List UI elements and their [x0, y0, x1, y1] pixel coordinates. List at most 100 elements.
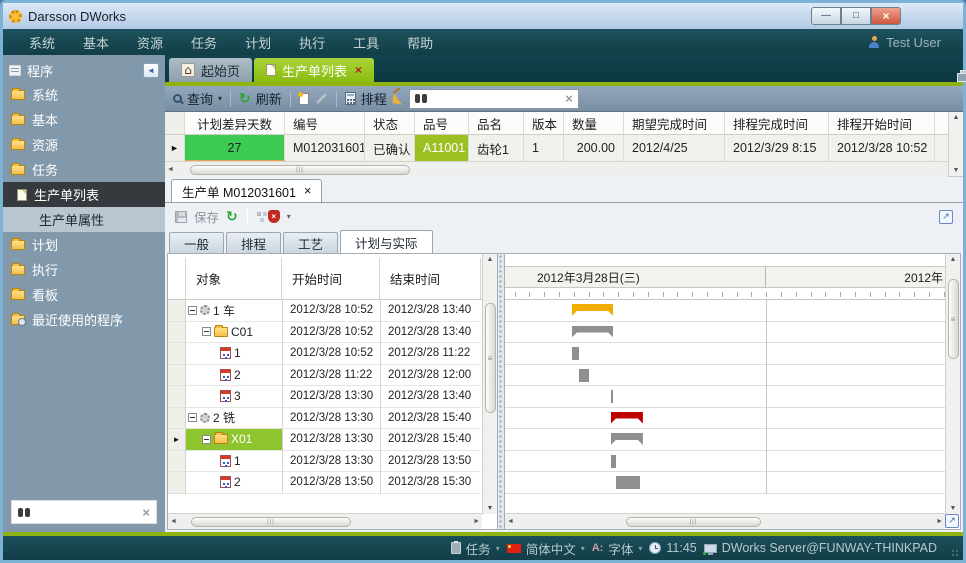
status-font-menu[interactable]: A: 字体 ▾	[592, 539, 643, 558]
detail-tab[interactable]: 生产单 M012031601 ×	[171, 179, 322, 202]
sidebar-item[interactable]: 执行	[3, 257, 165, 282]
object-cell[interactable]: 3	[186, 386, 282, 408]
table-row[interactable]: 12012/3/28 13:302012/3/28 13:50	[168, 451, 482, 473]
scroll-thumb[interactable]: |||	[190, 165, 410, 175]
sidebar-item[interactable]: 基本	[3, 107, 165, 132]
cell[interactable]: 2012/3/28 10:52	[829, 135, 935, 161]
table-vscrollbar[interactable]: ▲ ≡ ▼	[482, 254, 497, 514]
sidebar-item[interactable]: 生产单属性	[3, 207, 165, 232]
end-time-cell[interactable]: 2012/3/28 15:40	[380, 408, 481, 430]
menu-item-帮助[interactable]: 帮助	[393, 33, 447, 52]
menu-item-任务[interactable]: 任务	[177, 33, 231, 52]
scroll-down-icon[interactable]: ▼	[953, 167, 960, 174]
broom-icon[interactable]	[392, 93, 404, 105]
table-row[interactable]: 12012/3/28 10:522012/3/28 11:22	[168, 343, 482, 365]
orders-grid-vscrollbar[interactable]: ▲ ▼	[948, 112, 963, 176]
start-time-cell[interactable]: 2012/3/28 11:22	[282, 365, 380, 387]
gantt-row[interactable]	[505, 451, 945, 473]
sidebar-item[interactable]: 任务	[3, 157, 165, 182]
object-cell[interactable]: 1 车	[186, 300, 282, 322]
gantt-bar-task[interactable]	[572, 347, 579, 360]
menu-item-执行[interactable]: 执行	[285, 33, 339, 52]
menu-item-系统[interactable]: 系统	[15, 33, 69, 52]
gantt-bar-task[interactable]	[616, 476, 641, 489]
resize-grip[interactable]	[951, 549, 959, 557]
network-icon[interactable]	[257, 212, 261, 216]
gantt-bar-task[interactable]	[579, 369, 588, 382]
gantt-row[interactable]	[505, 386, 945, 408]
user-area[interactable]: Test User	[868, 35, 951, 50]
menu-item-工具[interactable]: 工具	[339, 33, 393, 52]
scroll-down-icon[interactable]: ▼	[950, 505, 957, 512]
tab-工艺[interactable]: 工艺	[283, 232, 338, 253]
end-time-cell[interactable]: 2012/3/28 12:00	[380, 365, 481, 387]
end-time-cell[interactable]: 2012/3/28 13:40	[380, 300, 481, 322]
sidebar-item[interactable]: 看板	[3, 282, 165, 307]
start-time-cell[interactable]: 2012/3/28 13:30	[282, 429, 380, 451]
scroll-left-icon[interactable]: ◄	[507, 518, 514, 525]
query-button[interactable]: 查询 ▾	[173, 89, 222, 108]
tree-expander-icon[interactable]	[202, 435, 211, 444]
table-hscrollbar[interactable]: ◄ ||| ►	[168, 513, 482, 529]
status-task-menu[interactable]: 任务 ▾	[451, 539, 500, 558]
table-row[interactable]: 32012/3/28 13:302012/3/28 13:40	[168, 386, 482, 408]
scroll-thumb[interactable]: |||	[626, 517, 761, 527]
tab-close-icon[interactable]: ×	[355, 63, 362, 77]
cell[interactable]: 200.00	[564, 135, 624, 161]
end-time-cell[interactable]: 2012/3/28 11:22	[380, 343, 481, 365]
detail-tab-close-icon[interactable]: ×	[304, 184, 311, 198]
scroll-right-icon[interactable]: ►	[936, 518, 943, 525]
sidebar-collapse-button[interactable]: ◄	[143, 63, 159, 78]
cell[interactable]: 27	[185, 135, 285, 161]
sidebar-item[interactable]: 系统	[3, 82, 165, 107]
sidebar-item[interactable]: 生产单列表	[3, 182, 165, 207]
table-row[interactable]: 22012/3/28 11:222012/3/28 12:00	[168, 365, 482, 387]
scroll-up-icon[interactable]: ▲	[953, 114, 960, 121]
scroll-thumb[interactable]: ≡	[948, 279, 959, 359]
sidebar-search-input[interactable]	[35, 505, 137, 519]
object-cell[interactable]: 2 铣	[186, 408, 282, 430]
status-language-menu[interactable]: 简体中文 ▾	[507, 539, 585, 558]
table-row[interactable]: C012012/3/28 10:522012/3/28 13:40	[168, 322, 482, 344]
open-external-button[interactable]: ↗	[939, 210, 953, 224]
caret-down-icon[interactable]: ▾	[287, 212, 291, 221]
orders-search-clear-icon[interactable]: ×	[565, 92, 573, 105]
cell[interactable]: 齿轮1	[469, 135, 524, 161]
object-cell[interactable]: X01	[186, 429, 282, 451]
scroll-thumb[interactable]: ≡	[485, 303, 496, 413]
tree-expander-icon[interactable]	[188, 413, 197, 422]
tab-计划与实际[interactable]: 计划与实际	[340, 230, 433, 253]
detail-refresh-icon[interactable]: ↻	[226, 210, 238, 224]
start-time-cell[interactable]: 2012/3/28 10:52	[282, 300, 380, 322]
start-time-cell[interactable]: 2012/3/28 13:30	[282, 408, 380, 430]
scroll-right-icon[interactable]: ►	[473, 518, 480, 525]
tab-一般[interactable]: 一般	[169, 232, 224, 253]
restore-button[interactable]: □	[841, 7, 871, 25]
refresh-button[interactable]: ↻ 刷新	[239, 89, 282, 108]
gantt-row[interactable]	[505, 472, 945, 494]
scroll-left-icon[interactable]: ◄	[167, 166, 174, 173]
cell[interactable]: M012031601	[285, 135, 365, 161]
object-cell[interactable]: C01	[186, 322, 282, 344]
object-cell[interactable]: 2	[186, 365, 282, 387]
close-button[interactable]: ×	[871, 7, 901, 25]
scroll-thumb[interactable]: |||	[191, 517, 351, 527]
gantt-vscrollbar[interactable]: ▲ ≡ ▼	[945, 254, 960, 514]
scroll-up-icon[interactable]: ▲	[950, 256, 957, 263]
gantt-bar-task[interactable]	[611, 455, 616, 468]
cell[interactable]: 2012/4/25	[624, 135, 725, 161]
table-row[interactable]: ►X012012/3/28 13:302012/3/28 15:40	[168, 429, 482, 451]
end-time-cell[interactable]: 2012/3/28 13:40	[380, 322, 481, 344]
tab-生产单列表[interactable]: 生产单列表×	[254, 58, 374, 82]
gantt-row[interactable]	[505, 300, 945, 322]
object-cell[interactable]: 2	[186, 472, 282, 494]
gantt-row[interactable]	[505, 429, 945, 451]
sidebar-item[interactable]: 计划	[3, 232, 165, 257]
table-row[interactable]: 1 车2012/3/28 10:522012/3/28 13:40	[168, 300, 482, 322]
cell[interactable]: 2012/3/29 8:15	[725, 135, 829, 161]
scroll-down-icon[interactable]: ▼	[487, 505, 494, 512]
table-row[interactable]: 22012/3/28 13:502012/3/28 15:30	[168, 472, 482, 494]
object-cell[interactable]: 1	[186, 451, 282, 473]
gantt-row[interactable]	[505, 408, 945, 430]
gantt-hscrollbar[interactable]: ◄ ||| ►	[505, 513, 945, 529]
